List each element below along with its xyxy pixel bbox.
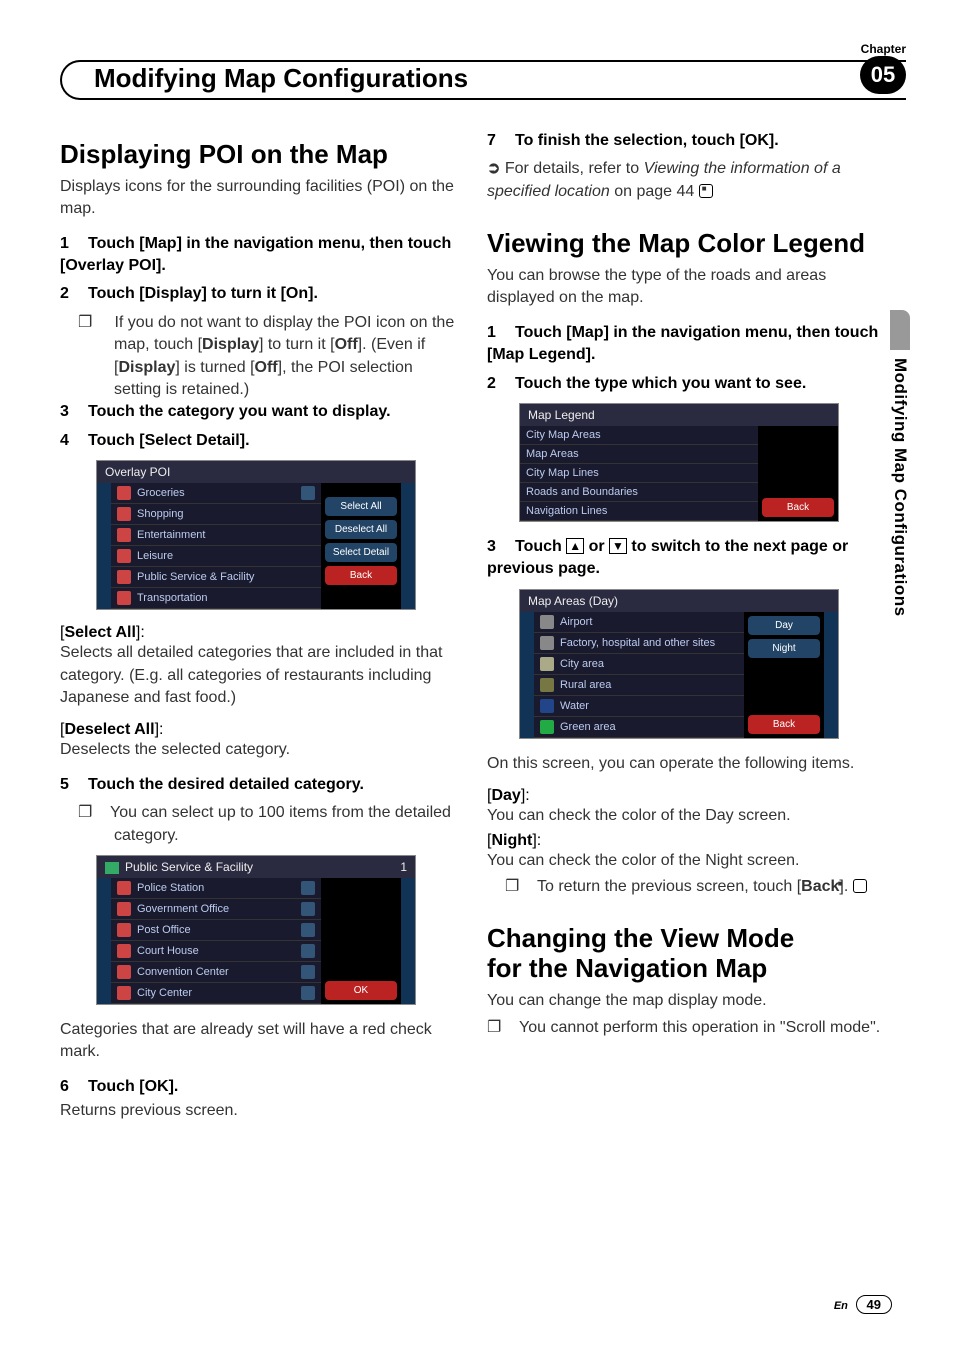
step-5-sub: ❐You can select up to 100 items from the… bbox=[96, 802, 457, 847]
viewmode-note: ❐You cannot perform this operation in "S… bbox=[505, 1017, 884, 1039]
r-step-2: 2Touch the type which you want to see. bbox=[487, 373, 884, 395]
r-step-3: 3Touch ▲ or ▼ to switch to the next page… bbox=[487, 536, 884, 581]
step-6: 6Touch [OK]. bbox=[60, 1076, 457, 1098]
right-column: 7To finish the selection, touch [OK]. ➲ … bbox=[487, 130, 884, 1282]
side-tab: Modifying Map Configurations bbox=[890, 310, 910, 670]
up-arrow-icon: ▲ bbox=[566, 538, 584, 554]
step-7-ref: ➲ For details, refer to Viewing the info… bbox=[487, 158, 884, 203]
map-areas-day-screenshot: Map Areas (Day) Airport Factory, hospita… bbox=[519, 589, 839, 739]
section-heading-viewmode: Changing the View Modefor the Navigation… bbox=[487, 924, 884, 984]
operate-note: On this screen, you can operate the foll… bbox=[487, 753, 884, 775]
step-5: 5Touch the desired detailed category. bbox=[60, 774, 457, 796]
step-4: 4Touch [Select Detail]. bbox=[60, 430, 457, 452]
step-2-sub: ❐ If you do not want to display the POI … bbox=[96, 312, 457, 402]
map-legend-screenshot: Map Legend City Map Areas Map Areas City… bbox=[519, 403, 839, 522]
night-text: You can check the color of the Night scr… bbox=[487, 850, 884, 872]
r-step-1: 1Touch [Map] in the navigation menu, the… bbox=[487, 322, 884, 367]
legend-intro: You can browse the type of the roads and… bbox=[487, 265, 884, 310]
left-column: Displaying POI on the Map Displays icons… bbox=[60, 130, 457, 1282]
page-footer: En 49 bbox=[834, 1295, 892, 1314]
category-note: Categories that are already set will hav… bbox=[60, 1019, 457, 1064]
step-7: 7To finish the selection, touch [OK]. bbox=[487, 130, 884, 152]
section-heading-poi: Displaying POI on the Map bbox=[60, 140, 457, 170]
select-all-label: [Select All]: bbox=[60, 624, 457, 642]
chapter-label: Chapter bbox=[861, 42, 906, 56]
back-sub: ❐To return the previous screen, touch [B… bbox=[523, 876, 884, 898]
select-all-text: Selects all detailed categories that are… bbox=[60, 642, 457, 709]
end-mark-icon-2 bbox=[853, 879, 867, 893]
step-3: 3Touch the category you want to display. bbox=[60, 401, 457, 423]
step-1: 1Touch [Map] in the navigation menu, the… bbox=[60, 233, 457, 278]
day-label: [Day]: bbox=[487, 787, 884, 805]
chapter-number-badge: 05 bbox=[860, 56, 906, 94]
step-2: 2Touch [Display] to turn it [On]. bbox=[60, 283, 457, 305]
page-header-title: Modifying Map Configurations bbox=[90, 63, 472, 94]
day-text: You can check the color of the Day scree… bbox=[487, 805, 884, 827]
section-heading-legend: Viewing the Map Color Legend bbox=[487, 229, 884, 259]
night-label: [Night]: bbox=[487, 832, 884, 850]
down-arrow-icon: ▼ bbox=[609, 538, 627, 554]
side-tab-text: Modifying Map Configurations bbox=[890, 350, 910, 617]
intro-text: Displays icons for the surrounding facil… bbox=[60, 176, 457, 221]
page-number: 49 bbox=[856, 1295, 892, 1314]
deselect-all-text: Deselects the selected category. bbox=[60, 739, 457, 761]
public-service-screenshot: Public Service & Facility1 Police Statio… bbox=[96, 855, 416, 1005]
step-6-sub: Returns previous screen. bbox=[60, 1100, 457, 1122]
viewmode-intro: You can change the map display mode. bbox=[487, 990, 884, 1012]
overlay-poi-screenshot: Overlay POI Groceries Shopping Entertain… bbox=[96, 460, 416, 610]
deselect-all-label: [Deselect All]: bbox=[60, 721, 457, 739]
end-mark-icon bbox=[699, 184, 713, 198]
